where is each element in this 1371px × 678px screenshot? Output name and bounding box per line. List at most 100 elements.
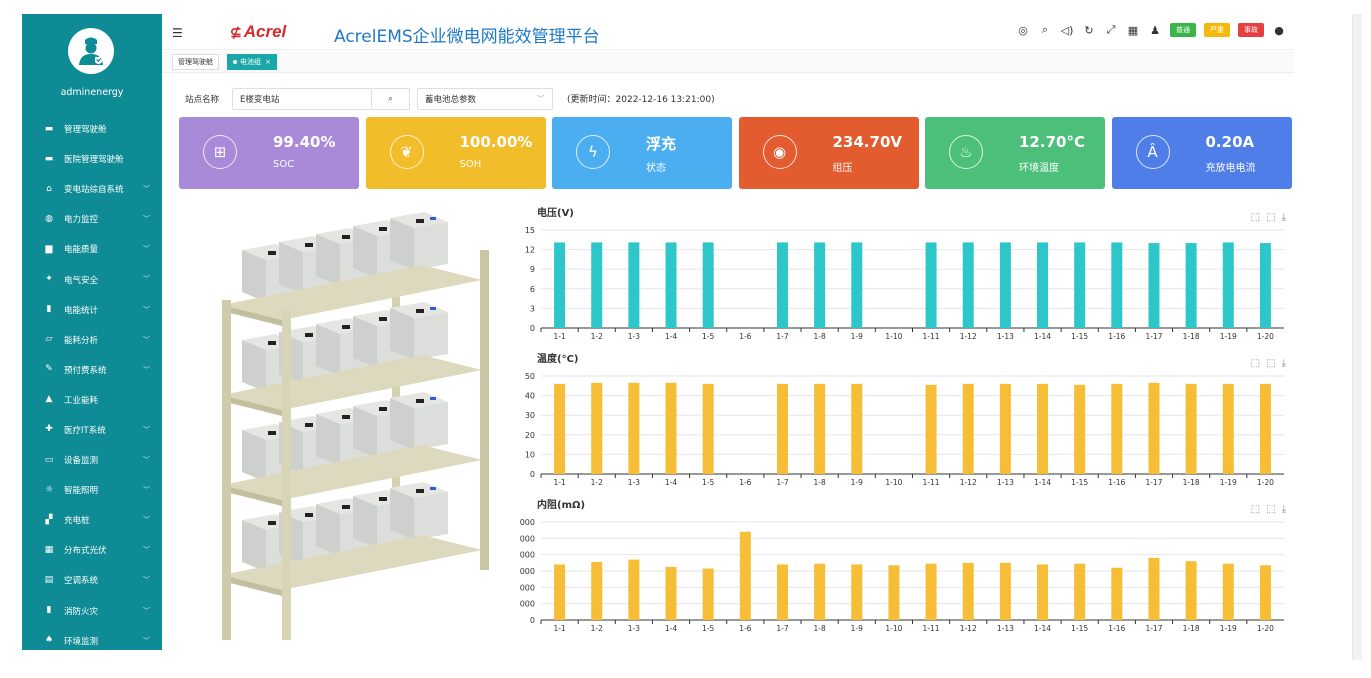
- sidebar-item[interactable]: ▬ 管理驾驶舱: [22, 114, 162, 144]
- y-tick-label: 0: [530, 616, 535, 625]
- search-icon: ⌕: [387, 94, 394, 104]
- zoom-icon[interactable]: ⬚: [1251, 212, 1260, 223]
- sidebar-item[interactable]: ▱ 能耗分析 ﹀: [22, 325, 162, 355]
- sound-icon[interactable]: ◁): [1060, 23, 1074, 37]
- x-tick-label: 1-11: [923, 478, 940, 487]
- thermometer-icon: ♨: [949, 135, 983, 169]
- search-button[interactable]: ⌕: [372, 88, 410, 110]
- chart-bar: [554, 383, 566, 474]
- sidebar-item[interactable]: ▬ 医院管理驾驶舱: [22, 144, 162, 174]
- chart-bar: [628, 559, 640, 620]
- chart-bar: [628, 382, 640, 474]
- fullscreen-icon[interactable]: ⤢: [1104, 23, 1118, 37]
- x-tick-label: 1-7: [776, 332, 788, 341]
- sidebar-item[interactable]: ▦ 分布式光伏 ﹀: [22, 535, 162, 565]
- sidebar-item[interactable]: ▭ 设备监测 ﹀: [22, 445, 162, 475]
- x-tick-label: 1-15: [1071, 478, 1088, 487]
- download-icon[interactable]: ⤓: [1282, 212, 1286, 223]
- sidebar-item[interactable]: ⌂ 变电站综自系统 ﹀: [22, 174, 162, 204]
- alarm-accident-badge[interactable]: 事故: [1238, 23, 1264, 37]
- download-icon[interactable]: ⤓: [1282, 504, 1286, 515]
- scrollbar[interactable]: [1352, 14, 1362, 660]
- leaf-icon: ❦: [389, 135, 424, 169]
- sidebar-item[interactable]: ▤ 空调系统 ﹀: [22, 565, 162, 595]
- chevron-down-icon: ﹀: [143, 546, 150, 555]
- tab-cockpit[interactable]: 管理驾驶舱: [172, 54, 219, 70]
- y-tick-label: 3: [530, 304, 535, 313]
- x-tick-label: 1-20: [1257, 332, 1274, 341]
- chart-bar: [1222, 242, 1234, 328]
- sidebar-item[interactable]: ▮ 电能统计 ﹀: [22, 295, 162, 325]
- kpi-card[interactable]: ❦ 100.00% SOH: [365, 117, 546, 189]
- kpi-card[interactable]: Â 0.20A 充放电电流: [1111, 117, 1292, 189]
- chart-bar: [962, 383, 974, 474]
- alarm-normal-badge[interactable]: 普通: [1170, 23, 1196, 37]
- x-tick-label: 1-14: [1034, 478, 1051, 487]
- x-tick-label: 1-7: [776, 478, 788, 487]
- sidebar-item[interactable]: ▆ 电能质量 ﹀: [22, 234, 162, 264]
- refresh-icon[interactable]: ↻: [1082, 23, 1096, 37]
- skin-icon[interactable]: ♟: [1148, 23, 1162, 37]
- sidebar-item[interactable]: ✎ 预付费系统 ﹀: [22, 355, 162, 385]
- support-icon[interactable]: ◎: [1016, 23, 1030, 37]
- chevron-down-icon: ﹀: [143, 606, 150, 615]
- close-icon[interactable]: ×: [265, 58, 271, 66]
- chart-bar: [851, 564, 863, 620]
- chevron-down-icon: ﹀: [143, 335, 150, 344]
- kpi-card[interactable]: ϟ 浮充 状态: [552, 117, 732, 189]
- restore-icon[interactable]: ⬚: [1266, 212, 1275, 223]
- sidebar-item[interactable]: ▞ 充电桩 ﹀: [22, 505, 162, 535]
- zoom-icon[interactable]: ⬚: [1251, 358, 1260, 369]
- x-tick-label: 1-6: [739, 478, 751, 487]
- kpi-card[interactable]: ◉ 234.70V 组压: [738, 117, 919, 189]
- sidebar-item-label: 医院管理驾驶舱: [64, 155, 124, 166]
- user-icon[interactable]: ●: [1272, 23, 1286, 37]
- user-shield-icon: [79, 37, 103, 65]
- tab-battery-group[interactable]: 电池组 ×: [227, 54, 277, 70]
- kpi-card[interactable]: ♨ 12.70°C 环境温度: [925, 117, 1105, 189]
- sidebar-item[interactable]: ♠ 环境监测 ﹀: [22, 626, 162, 650]
- zoom-icon[interactable]: ⬚: [1251, 504, 1260, 515]
- chart-title: 内阻(mΩ): [537, 500, 586, 511]
- kpi-label: 充放电电流: [1205, 163, 1256, 174]
- alarm-serious-badge[interactable]: 严重: [1204, 23, 1230, 37]
- sidebar-item[interactable]: ▮ 消防火灾 ﹀: [22, 596, 162, 626]
- battery-terminal: [416, 309, 424, 313]
- area-chart-icon: ▱: [45, 334, 53, 345]
- sidebar-item[interactable]: ◍ 电力监控 ﹀: [22, 204, 162, 234]
- restore-icon[interactable]: ⬚: [1266, 504, 1275, 515]
- chart-bar: [776, 383, 788, 474]
- x-tick-label: 1-13: [997, 478, 1014, 487]
- sidebar-item[interactable]: ✚ 医疗IT系统 ﹀: [22, 415, 162, 445]
- chart-bar: [925, 563, 937, 620]
- restore-icon[interactable]: ⬚: [1266, 358, 1275, 369]
- sidebar-item[interactable]: ✦ 电气安全 ﹀: [22, 264, 162, 294]
- chart-bar: [554, 242, 566, 328]
- battery-terminal: [430, 487, 436, 490]
- sidebar-item-label: 空调系统: [64, 576, 99, 587]
- parameter-select[interactable]: 蓄电池总参数 ﹀: [417, 88, 553, 110]
- avatar[interactable]: [68, 28, 114, 74]
- menu-toggle-icon[interactable]: ☰: [172, 26, 183, 40]
- acrel-logo: ⊈ Acrel: [230, 22, 286, 42]
- x-tick-label: 1-1: [553, 478, 565, 487]
- kpi-card[interactable]: ⊞ 99.40% SOC: [179, 117, 359, 189]
- y-tick-label: 000: [520, 600, 535, 609]
- chart-bar: [1074, 242, 1086, 328]
- x-tick-label: 1-9: [851, 332, 863, 341]
- search-icon[interactable]: ⌕: [1038, 23, 1052, 37]
- chart-bar: [1148, 557, 1160, 620]
- sidebar-item[interactable]: ☼ 智能照明 ﹀: [22, 475, 162, 505]
- chart-bar: [1111, 567, 1123, 620]
- current-icon: Â: [1135, 135, 1170, 169]
- kpi-label: SOC: [273, 159, 295, 170]
- download-icon[interactable]: ⤓: [1282, 358, 1286, 369]
- translate-icon[interactable]: ▦: [1126, 23, 1140, 37]
- chevron-down-icon: ﹀: [143, 516, 150, 525]
- sidebar-item-label: 能耗分析: [64, 335, 99, 346]
- battery-terminal: [342, 505, 350, 509]
- sidebar-item[interactable]: ▲ 工业能耗: [22, 385, 162, 415]
- chart-bar: [665, 566, 677, 620]
- x-tick-label: 1-5: [702, 624, 714, 633]
- station-select[interactable]: E楼变电站: [232, 88, 372, 110]
